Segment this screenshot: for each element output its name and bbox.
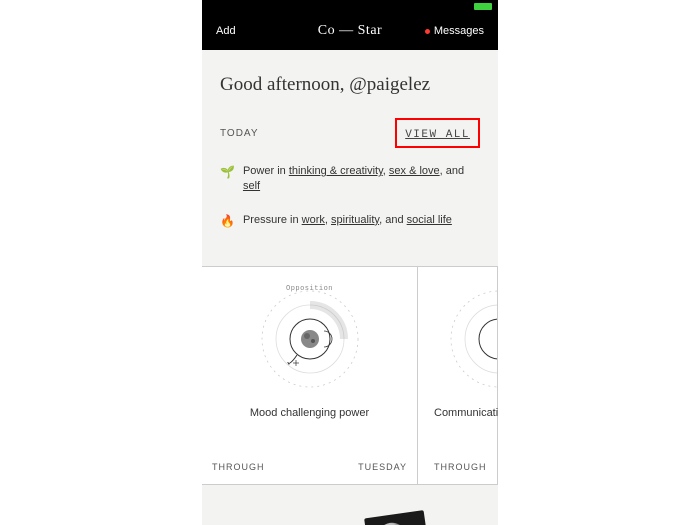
battery-icon [474,3,492,10]
pressure-insight: 🔥 Pressure in work, spirituality, and so… [220,213,480,230]
sex-love-link[interactable]: sex & love [389,165,440,177]
greeting-text: Good afternoon, @paigelez [220,74,480,96]
app-title: Co — Star [318,23,382,39]
spirituality-link[interactable]: spirituality [331,214,379,226]
fire-icon: 🔥 [220,213,235,230]
add-button[interactable]: Add [216,25,236,37]
status-bar [202,0,498,12]
day-label: TUESDAY [358,462,407,472]
nav-bar: Add Co — Star Messages [202,12,498,50]
card-footer: THROUGH [428,462,487,472]
thinking-creativity-link[interactable]: thinking & creativity [289,165,383,177]
social-life-link[interactable]: social life [407,214,452,226]
chart-area [437,281,497,391]
messages-label: Messages [434,25,484,37]
chart-area: Opposition [245,281,375,391]
work-link[interactable]: work [302,214,325,226]
natal-chart-icon [437,281,497,391]
view-all-link[interactable]: VIEW ALL [405,129,470,141]
phone-frame: Add Co — Star Messages Good afternoon, @… [202,0,498,525]
natal-chart-icon [245,281,375,391]
notification-dot-icon [425,29,430,34]
view-all-highlight: VIEW ALL [395,118,480,148]
card-title: Mood challenging power [250,407,369,419]
sprout-icon: 🌱 [220,164,235,181]
messages-button[interactable]: Messages [425,25,484,37]
greeting-section: Good afternoon, @paigelez TODAY VIEW ALL… [202,50,498,266]
card-footer: THROUGH TUESDAY [212,462,407,472]
power-insight: 🌱 Power in thinking & creativity, sex & … [220,164,480,195]
card-title: Communications [428,407,487,419]
through-label: THROUGH [434,462,487,472]
portrait-image [364,510,432,525]
today-row: TODAY VIEW ALL [220,118,480,148]
today-label: TODAY [220,128,259,139]
opposition-label: Opposition [286,285,333,293]
self-link[interactable]: self [243,180,260,192]
transit-card[interactable]: Communications THROUGH [418,267,498,484]
pressure-text: Pressure in work, spirituality, and soci… [243,213,480,228]
through-label: THROUGH [212,462,265,472]
cards-container[interactable]: Opposition [202,266,498,484]
power-text: Power in thinking & creativity, sex & lo… [243,164,480,195]
transit-card[interactable]: Opposition [202,267,418,484]
bottom-section [202,484,498,525]
